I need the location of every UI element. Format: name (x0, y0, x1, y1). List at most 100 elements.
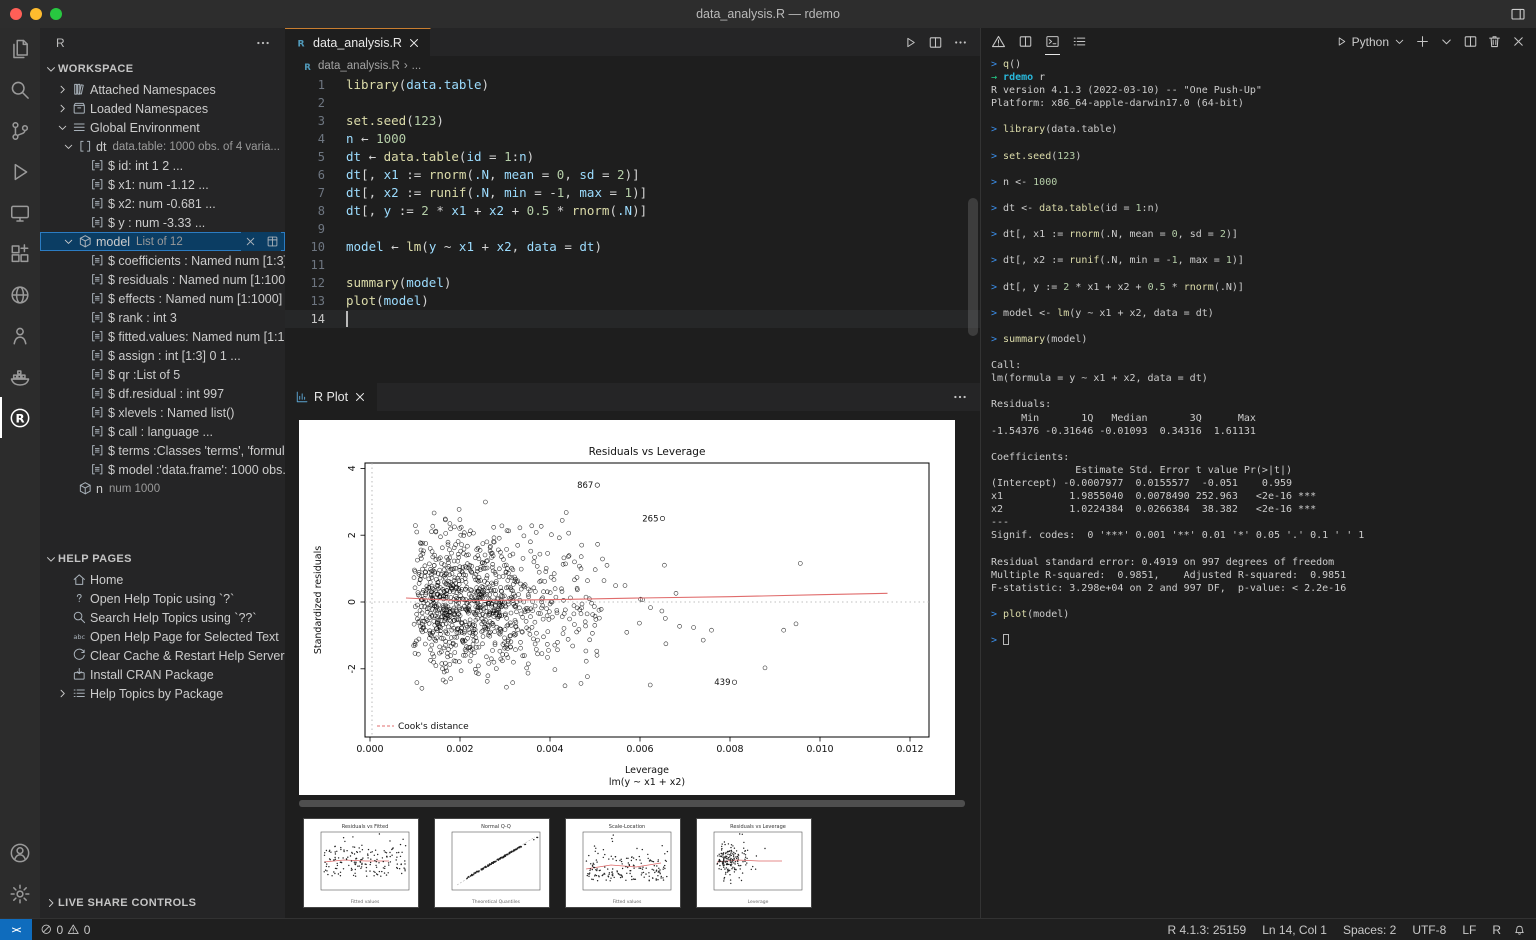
breadcrumb[interactable]: R data_analysis.R › ... (285, 56, 980, 76)
tree-item-n[interactable]: n num 1000 (40, 479, 285, 498)
close-plot-tab-icon[interactable] (353, 390, 367, 404)
indentation-status[interactable]: Spaces: 2 (1335, 919, 1404, 940)
notifications-status[interactable] (1509, 919, 1536, 940)
chevron-down-icon[interactable] (60, 140, 76, 153)
close-icon[interactable] (241, 235, 259, 248)
trash-icon[interactable] (1487, 34, 1502, 49)
search-activity-button[interactable] (0, 69, 40, 110)
tree-item-attached-namespaces[interactable]: Attached Namespaces (40, 80, 285, 99)
chevron-right-icon[interactable] (54, 83, 70, 96)
terminal-view-icon[interactable] (1045, 29, 1060, 55)
source-control-activity-button[interactable] (0, 110, 40, 151)
minimize-window-button[interactable] (30, 8, 42, 20)
containers-activity-button[interactable] (0, 356, 40, 397)
section-help-pages[interactable]: HELP PAGES (40, 548, 285, 570)
tree-item-install-cran-package[interactable]: Install CRAN Package (40, 665, 285, 684)
remote-indicator[interactable]: >< (0, 919, 32, 940)
manage-activity-button[interactable] (0, 873, 40, 914)
run-and-debug-activity-button[interactable] (0, 151, 40, 192)
encoding-status[interactable]: UTF-8 (1404, 919, 1454, 940)
r-language-status[interactable]: R 4.1.3: 25159 (1159, 919, 1254, 940)
terminal-line: Residual standard error: 0.4919 on 997 d… (991, 556, 1335, 568)
tree-item-id-int-1-2[interactable]: $ id: int 1 2 ... (40, 156, 285, 175)
editor-more-actions-icon[interactable] (953, 35, 968, 50)
split-pane-icon[interactable] (1463, 34, 1478, 49)
tree-item-search-help-topics-using[interactable]: Search Help Topics using `??` (40, 608, 285, 627)
tree-item-coefficients-named-num-1-3[interactable]: $ coefficients : Named num [1:3]... (40, 251, 285, 270)
tree-item-loaded-namespaces[interactable]: Loaded Namespaces (40, 99, 285, 118)
tree-item-model-data-frame-1000-obs[interactable]: $ model :'data.frame': 1000 obs. ... (40, 460, 285, 479)
svg-text:0.004: 0.004 (536, 744, 563, 755)
tree-item-df-residual-int-997[interactable]: $ df.residual : int 997 (40, 384, 285, 403)
live-share-activity-button[interactable] (0, 315, 40, 356)
tree-item-qr-list-of-5[interactable]: $ qr :List of 5 (40, 365, 285, 384)
plot-thumbnail-scale-location[interactable]: Scale-Location Fitted values (565, 818, 681, 908)
terminal-profile-selector[interactable]: Python (1335, 35, 1406, 49)
tree-item-open-help-topic-using[interactable]: Open Help Topic using `?` (40, 589, 285, 608)
terminal-line: > dt[, x1 := rnorm(.N, mean = 0, sd = 2)… (991, 229, 1238, 241)
tree-item-help-topics-by-package[interactable]: Help Topics by Package (40, 684, 285, 703)
tree-item-fitted-values-named-num-1-10[interactable]: $ fitted.values: Named num [1:10... (40, 327, 285, 346)
plus-icon[interactable] (1415, 34, 1430, 49)
tree-item-dt[interactable]: dt data.table: 1000 obs. of 4 varia... (40, 137, 285, 156)
tree-item-x2-num-0-681[interactable]: $ x2: num -0.681 ... (40, 194, 285, 213)
plot-thumbnail-residuals-vs-fitted[interactable]: Residuals vs Fitted Fitted values (303, 818, 419, 908)
layout-icon[interactable] (1510, 6, 1526, 22)
tree-item-call-language[interactable]: $ call : language ... (40, 422, 285, 441)
chevron-down-icon[interactable] (1439, 34, 1454, 49)
tab-data-analysis[interactable]: R data_analysis.R (285, 28, 431, 56)
chevron-down-icon[interactable] (60, 235, 76, 248)
list-icon[interactable] (1072, 29, 1087, 55)
tree-item-assign-int-1-3-0-1[interactable]: $ assign : int [1:3] 0 1 ... (40, 346, 285, 365)
svg-text:Normal Q-Q: Normal Q-Q (481, 824, 511, 830)
tree-item-rank-int-3[interactable]: $ rank : int 3 (40, 308, 285, 327)
close-tab-icon[interactable] (407, 36, 421, 50)
tree-item-open-help-page-for-selected-te[interactable]: abc Open Help Page for Selected Text (40, 627, 285, 646)
warning-count: 0 (83, 922, 91, 937)
language-mode-status[interactable]: R (1484, 919, 1509, 940)
close-icon[interactable] (1511, 34, 1526, 49)
tree-item-xlevels-named-list[interactable]: $ xlevels : Named list() (40, 403, 285, 422)
tree-item-terms-classes-terms-formul[interactable]: $ terms :Classes 'terms', 'formul... (40, 441, 285, 460)
terminal-output[interactable]: > q() → rdemo rR version 4.1.3 (2022-03-1… (981, 55, 1536, 918)
accounts-activity-button[interactable] (0, 832, 40, 873)
open-viewer-icon[interactable] (263, 235, 281, 248)
plot-horizontal-scrollbar[interactable] (299, 800, 965, 807)
sidebar-more-actions-icon[interactable] (255, 35, 271, 51)
extensions-activity-button[interactable] (0, 233, 40, 274)
editor-scrollbar[interactable] (968, 198, 978, 336)
remote-explorer-activity-button[interactable] (0, 192, 40, 233)
tree-item-home[interactable]: Home (40, 570, 285, 589)
tree-item-model[interactable]: model List of 12 (40, 232, 285, 251)
explorer-activity-button[interactable] (0, 28, 40, 69)
plot-thumbnail-residuals-vs-leverage[interactable]: Residuals vs Leverage Leverage (696, 818, 812, 908)
split-editor-icon[interactable] (928, 35, 943, 50)
chevron-right-icon[interactable] (54, 102, 70, 115)
tab-r-plot[interactable]: R Plot (285, 383, 378, 411)
warning-icon[interactable] (991, 29, 1006, 55)
line-number: 6 (317, 168, 325, 182)
close-window-button[interactable] (10, 8, 22, 20)
tree-item-global-environment[interactable]: Global Environment (40, 118, 285, 137)
plot-more-actions-icon[interactable] (952, 389, 968, 405)
run-source-icon[interactable] (903, 35, 918, 50)
tree-item-effects-named-num-1-1000[interactable]: $ effects : Named num [1:1000] -... (40, 289, 285, 308)
code-area[interactable]: 1 library(data.table) 2 3 set.seed(123) 4 n ← … (285, 76, 980, 383)
tree-item-residuals-named-num-1-1000[interactable]: $ residuals : Named num [1:1000... (40, 270, 285, 289)
tree-item-x1-num-1-12[interactable]: $ x1: num -1.12 ... (40, 175, 285, 194)
eol-status[interactable]: LF (1454, 919, 1484, 940)
section-workspace[interactable]: WORKSPACE (40, 58, 285, 80)
zoom-window-button[interactable] (50, 8, 62, 20)
r-view-activity-button[interactable]: R (0, 397, 40, 438)
split-window-icon[interactable] (1018, 29, 1033, 55)
chevron-right-icon (44, 896, 58, 910)
chevron-down-icon[interactable] (54, 121, 70, 134)
problems-status[interactable]: 0 0 (32, 919, 98, 940)
plot-thumbnail-normal-q-q[interactable]: Normal Q-Q Theoretical Quantiles (434, 818, 550, 908)
cursor-position-status[interactable]: Ln 14, Col 1 (1254, 919, 1335, 940)
section-live-share[interactable]: LIVE SHARE CONTROLS (40, 892, 285, 914)
tree-item-clear-cache-restart-help-serve[interactable]: Clear Cache & Restart Help Server (40, 646, 285, 665)
tree-item-y-num-3-33[interactable]: $ y : num -3.33 ... (40, 213, 285, 232)
browser-preview-activity-button[interactable] (0, 274, 40, 315)
chevron-right-icon[interactable] (54, 687, 70, 700)
